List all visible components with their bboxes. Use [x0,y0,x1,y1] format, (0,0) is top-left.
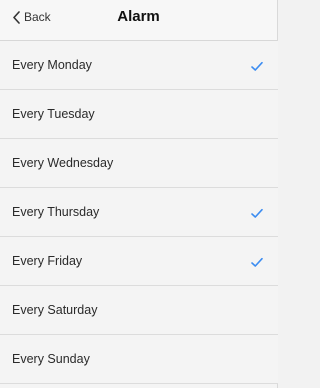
back-button[interactable]: Back [12,10,51,24]
list-item-friday[interactable]: Every Friday [0,237,278,286]
checkmark-icon [251,257,263,268]
back-label: Back [24,10,51,24]
list-item-tuesday[interactable]: Every Tuesday [0,90,278,139]
list-item-label: Every Sunday [12,352,90,366]
checkmark-icon [251,61,263,72]
list-item-label: Every Wednesday [12,156,114,170]
day-list: Every Monday Every Tuesday Every Wednesd… [0,41,278,384]
list-item-label: Every Tuesday [12,107,95,121]
checkmark-icon [251,208,263,219]
navigation-bar: Back Alarm [0,0,277,41]
list-item-wednesday[interactable]: Every Wednesday [0,139,278,188]
chevron-left-icon [12,10,21,24]
list-item-label: Every Saturday [12,303,98,317]
list-item-saturday[interactable]: Every Saturday [0,286,278,335]
list-item-sunday[interactable]: Every Sunday [0,335,278,384]
list-item-label: Every Friday [12,254,83,268]
list-item-label: Every Monday [12,58,92,72]
alarm-repeat-screen: Back Alarm Every Monday Every Tuesday Ev… [0,0,278,388]
list-item-label: Every Thursday [12,205,100,219]
list-item-thursday[interactable]: Every Thursday [0,188,278,237]
list-item-monday[interactable]: Every Monday [0,41,278,90]
